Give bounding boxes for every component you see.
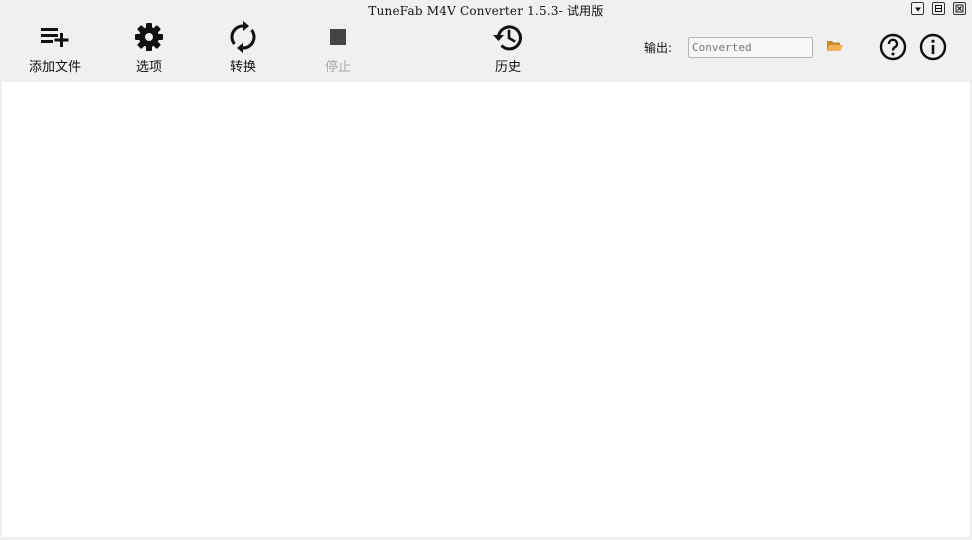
chevron-down-icon — [915, 7, 921, 12]
add-files-label: 添加文件 — [28, 60, 81, 75]
help-icon — [879, 33, 907, 61]
options-label: 选项 — [135, 60, 162, 75]
window-menu-button[interactable] — [911, 2, 924, 15]
stop-icon — [330, 29, 346, 45]
history-label: 历史 — [494, 60, 521, 75]
convert-button[interactable]: 转换 — [203, 18, 283, 78]
history-button[interactable]: 历史 — [468, 18, 548, 78]
file-list-area[interactable] — [2, 82, 970, 537]
browse-folder-button[interactable] — [826, 38, 844, 54]
playlist-add-icon — [41, 28, 69, 47]
info-button[interactable] — [919, 33, 947, 61]
gear-icon — [135, 23, 163, 51]
stop-button[interactable]: 停止 — [298, 18, 378, 78]
refresh-icon — [230, 21, 256, 53]
history-icon — [493, 25, 522, 51]
title-bar: TuneFab M4V Converter 1.5.3- 试用版 — [0, 0, 972, 20]
minimize-button[interactable] — [932, 2, 945, 15]
stop-label: 停止 — [324, 60, 351, 75]
window-title: TuneFab M4V Converter 1.5.3- 试用版 — [368, 4, 604, 18]
convert-label: 转换 — [229, 60, 256, 75]
folder-icon — [827, 41, 843, 51]
output-path-input[interactable] — [688, 37, 813, 58]
close-icon — [955, 4, 964, 13]
help-button[interactable] — [879, 33, 907, 61]
output-label: 输出: — [644, 41, 673, 55]
close-button[interactable] — [953, 2, 966, 15]
add-files-button[interactable]: 添加文件 — [15, 18, 95, 78]
options-button[interactable]: 选项 — [109, 18, 189, 78]
app-window: TuneFab M4V Converter 1.5.3- 试用版 添加文件 选项… — [0, 0, 972, 540]
info-icon — [919, 33, 947, 61]
minimize-icon — [935, 5, 942, 12]
